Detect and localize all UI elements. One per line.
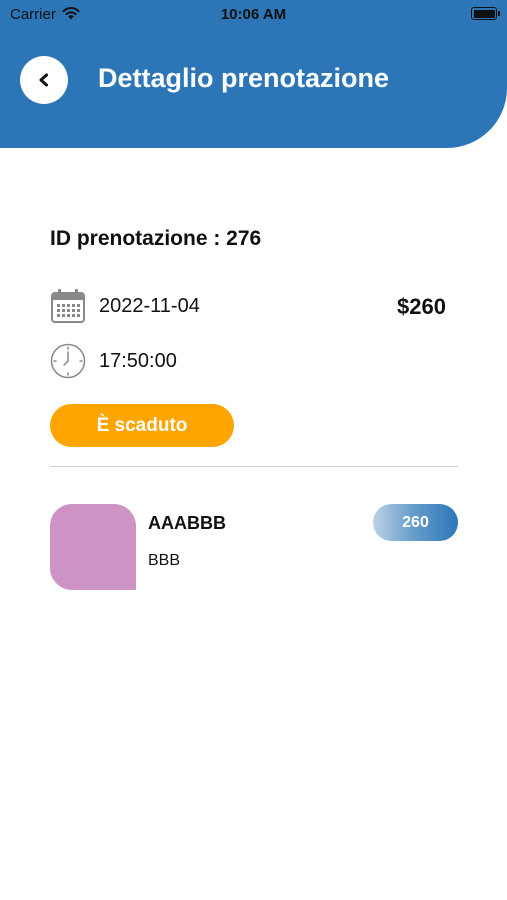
calendar-icon (51, 289, 85, 323)
booking-date: 2022-11-04 (99, 294, 200, 317)
booking-time-row: 17:50:00 (50, 343, 177, 379)
item-subtitle: BBB (148, 552, 181, 569)
booking-id: ID prenotazione : 276 (50, 227, 262, 250)
clock-time: 10:06 AM (220, 6, 287, 23)
status-bar: Carrier 10:06 AM (0, 0, 507, 30)
item-badge: 260 (373, 504, 458, 541)
status-badge: È scaduto (50, 404, 234, 447)
page-title: Dettaglio prenotazione (98, 63, 390, 93)
back-button[interactable] (20, 56, 68, 104)
booking-time: 17:50:00 (99, 349, 177, 372)
booking-date-row: 2022-11-04 (50, 288, 200, 324)
booking-price: $260 (397, 294, 446, 319)
item-name: AAABBB (148, 513, 226, 533)
battery-icon (471, 7, 500, 20)
chevron-left-icon (39, 73, 48, 87)
divider (50, 466, 458, 467)
clock-icon (50, 343, 86, 379)
item-image (50, 504, 136, 590)
header: Carrier 10:06 AM Dettaglio prenotazione (0, 0, 507, 148)
